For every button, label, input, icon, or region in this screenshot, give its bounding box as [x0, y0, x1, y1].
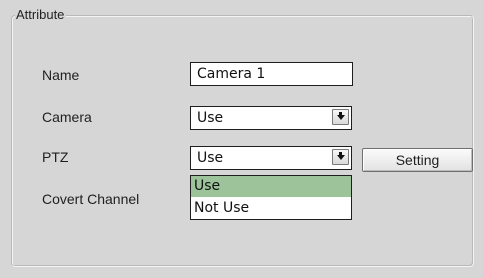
group-title: Attribute: [15, 7, 67, 23]
ptz-select[interactable]: Use: [190, 146, 352, 170]
ptz-option-not-use[interactable]: Not Use: [191, 198, 351, 219]
dropdown-arrow-icon[interactable]: [332, 109, 349, 125]
camera-label: Camera: [42, 109, 92, 125]
name-field[interactable]: Camera 1: [190, 62, 353, 86]
ptz-select-value: Use: [197, 150, 224, 166]
ptz-dropdown-list[interactable]: Use Not Use: [190, 175, 352, 220]
name-label: Name: [42, 67, 80, 83]
attribute-group-frame: [11, 15, 474, 267]
attribute-panel: Attribute Name Camera 1 Camera Use PTZ U…: [0, 0, 483, 278]
covert-channel-label: Covert Channel: [42, 191, 140, 207]
ptz-setting-button[interactable]: Setting: [362, 148, 473, 172]
ptz-option-use[interactable]: Use: [191, 176, 351, 197]
camera-select-value: Use: [197, 110, 224, 126]
dropdown-arrow-icon[interactable]: [332, 149, 349, 165]
ptz-label: PTZ: [42, 149, 69, 165]
camera-select[interactable]: Use: [190, 106, 352, 130]
